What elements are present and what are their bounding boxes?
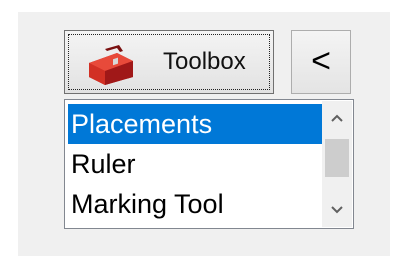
tools-listbox[interactable]: Placements Ruler Marking Tool	[64, 99, 354, 229]
toolbox-icon	[89, 45, 133, 85]
list-item-marking-tool[interactable]: Marking Tool	[68, 184, 323, 224]
scroll-up-button[interactable]	[322, 103, 352, 133]
collapse-label: <	[311, 41, 331, 80]
toolbox-label: Toolbox	[163, 48, 246, 75]
collapse-button[interactable]: <	[291, 30, 351, 94]
chevron-down-icon	[331, 206, 343, 214]
scroll-down-button[interactable]	[322, 195, 352, 225]
chevron-up-icon	[331, 114, 343, 122]
list-item-placements[interactable]: Placements	[68, 104, 323, 144]
list-items: Placements Ruler Marking Tool	[68, 104, 323, 224]
vertical-scrollbar[interactable]	[322, 101, 352, 227]
toolbox-button[interactable]: Toolbox	[64, 30, 274, 94]
list-item-ruler[interactable]: Ruler	[68, 144, 323, 184]
scroll-thumb[interactable]	[325, 139, 349, 177]
